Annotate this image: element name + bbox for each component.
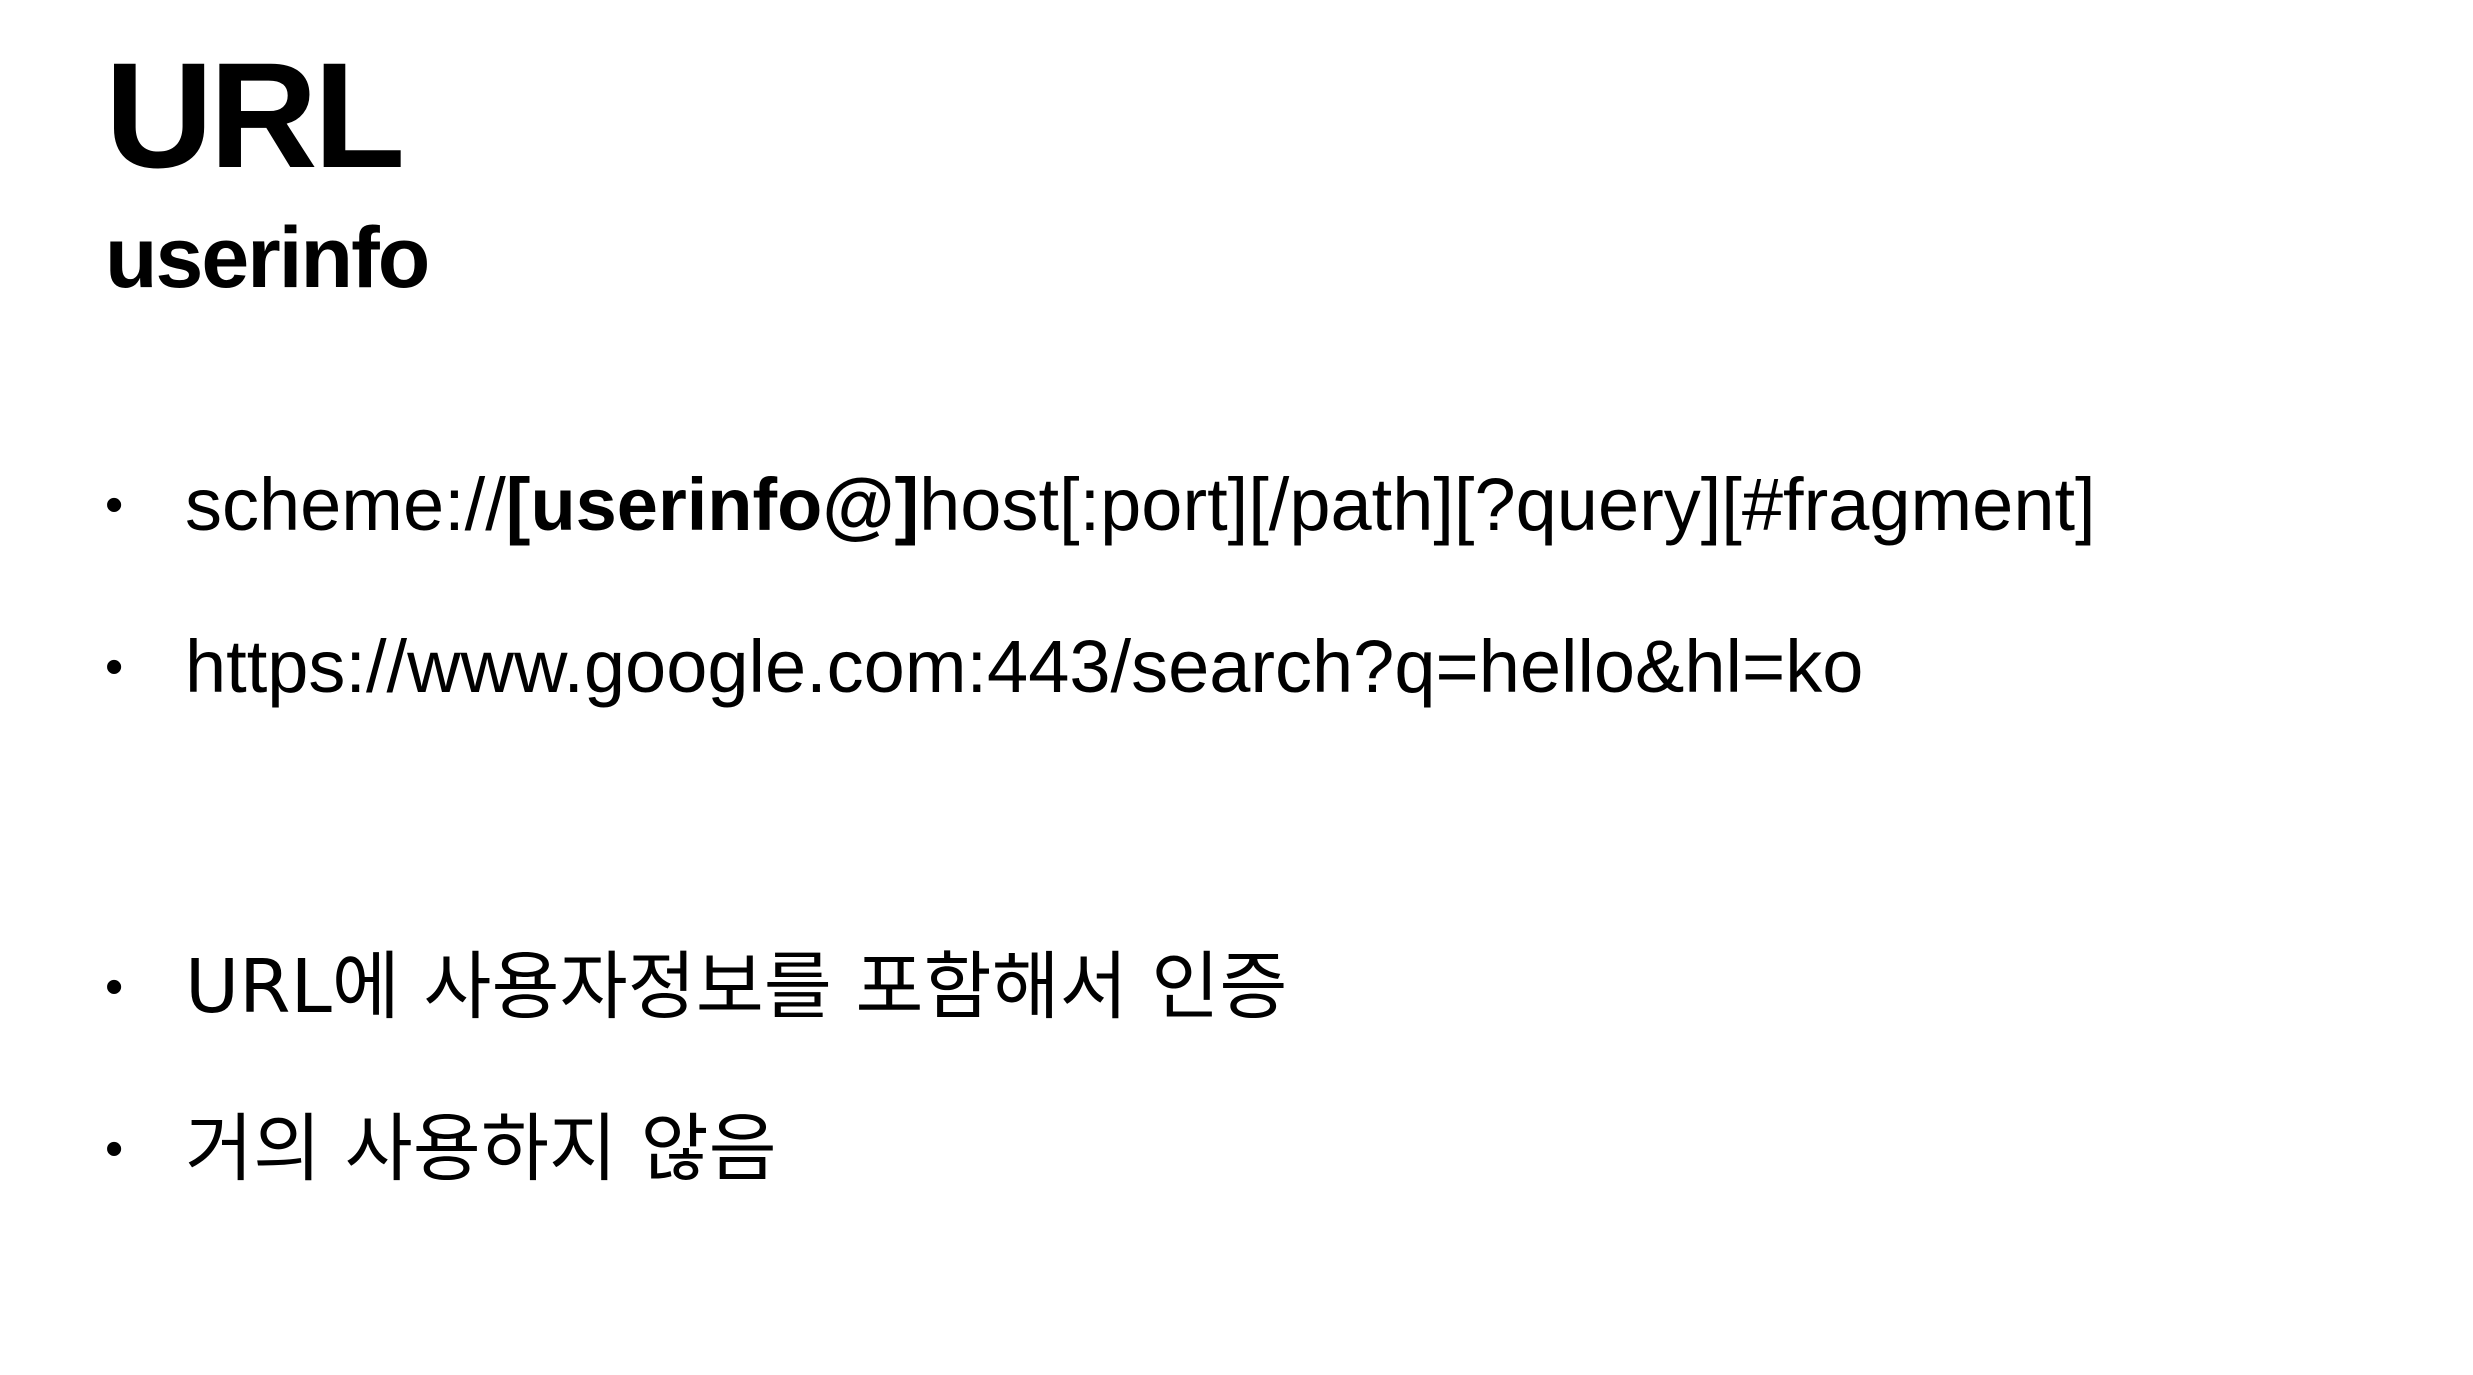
bullet-item-note-auth: • URL에 사용자정보를 포함해서 인증: [105, 950, 1287, 1024]
bullet-item-url-syntax: • scheme://[userinfo@]host[:port][/path]…: [105, 468, 2096, 542]
bullet-dot-icon: •: [105, 958, 124, 1016]
note-auth: URL에 사용자정보를 포함해서 인증: [185, 944, 1288, 1030]
syntax-prefix: scheme://: [185, 463, 506, 546]
syntax-suffix: host[:port][/path][?query][#fragment]: [919, 463, 2096, 546]
slide-title: URL: [105, 31, 405, 199]
bullet-dot-icon: •: [105, 1120, 124, 1178]
url-syntax: scheme://[userinfo@]host[:port][/path][?…: [185, 468, 2096, 542]
bullet-item-example-url: • https://www.google.com:443/search?q=he…: [105, 630, 1863, 704]
bullet-dot-icon: •: [105, 638, 124, 696]
syntax-userinfo-highlight: [userinfo@]: [505, 463, 920, 546]
bullet-dot-icon: •: [105, 476, 124, 534]
slide-subtitle: userinfo: [105, 210, 430, 306]
bullet-item-note-rarely-used: • 거의 사용하지 않음: [105, 1112, 777, 1186]
note-rarely-used: 거의 사용하지 않음: [185, 1106, 777, 1192]
example-url: https://www.google.com:443/search?q=hell…: [185, 625, 1864, 708]
